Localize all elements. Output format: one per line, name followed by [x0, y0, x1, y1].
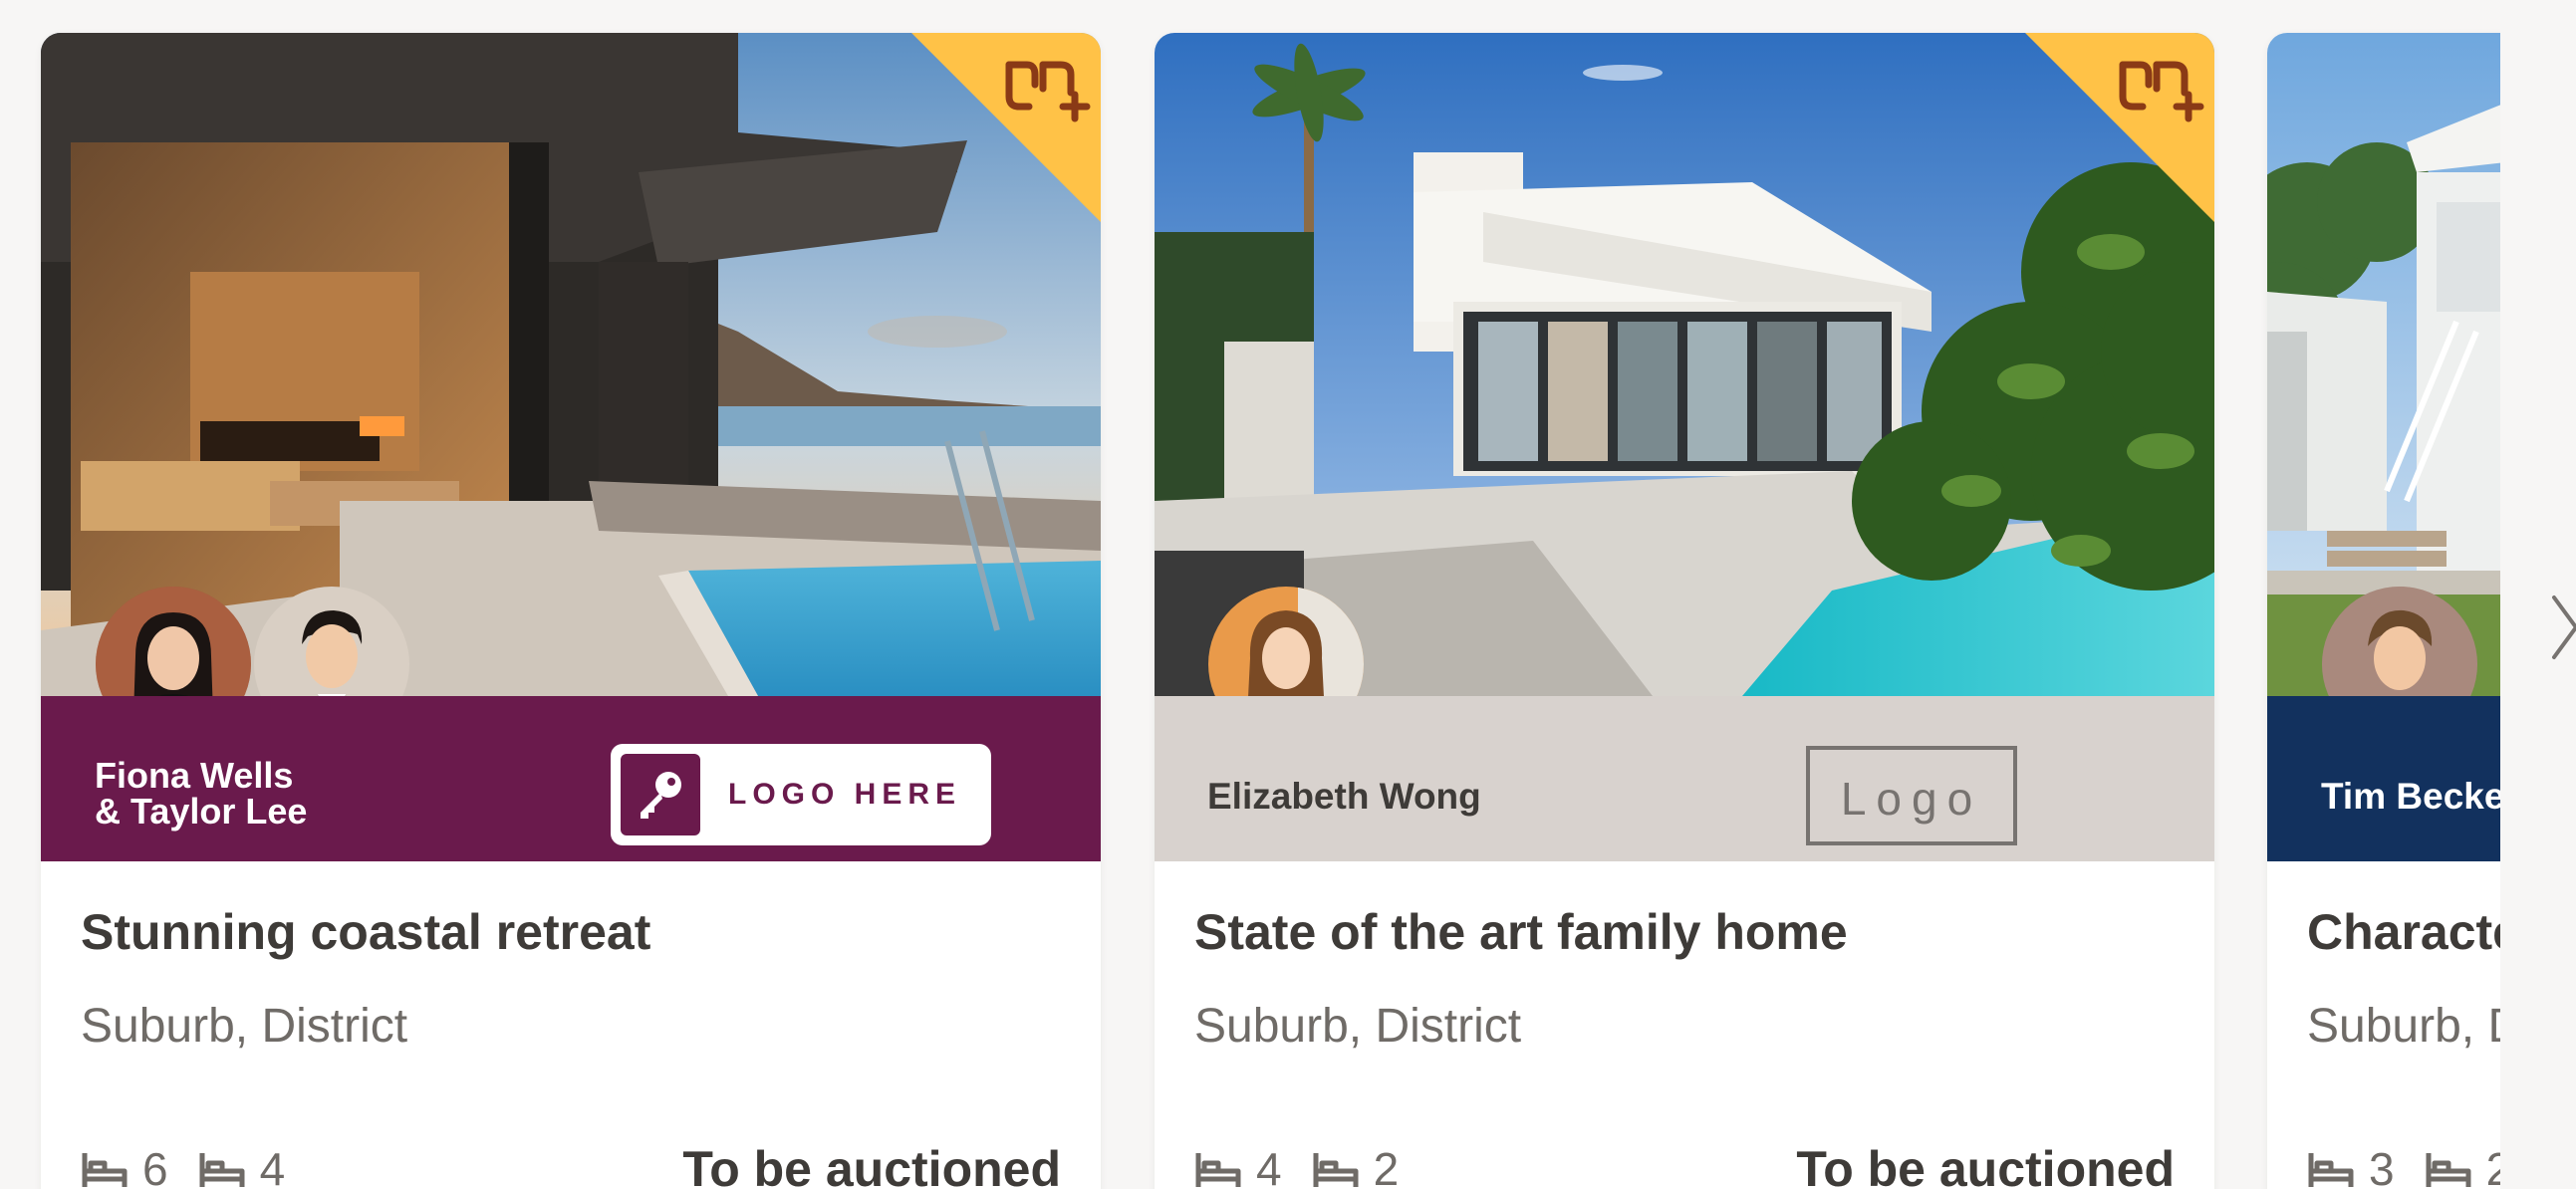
agent-name[interactable]: Tim Becker — [2321, 776, 2500, 818]
sale-method: To be auctioned — [682, 1141, 1061, 1189]
agency-logo[interactable]: Logo — [1806, 746, 2017, 845]
carousel-next-button[interactable] — [2550, 588, 2576, 667]
bathrooms-feature: 4 — [198, 1142, 286, 1189]
bedrooms-feature: 3 — [2307, 1142, 2395, 1189]
listing-card[interactable]: Fiona Wells & Taylor Lee LOGO HERE Stunn… — [41, 33, 1101, 1189]
listing-location: Suburb, District — [1194, 1000, 1522, 1053]
agent-name[interactable]: Elizabeth Wong — [1207, 776, 1481, 818]
shortlist-badge[interactable] — [911, 33, 1101, 222]
listing-features: 3 2 — [2307, 1142, 2500, 1189]
listing-features: 6 4 — [81, 1142, 315, 1189]
bathrooms-feature: 2 — [2425, 1142, 2500, 1189]
listing-details: State of the art family home Suburb, Dis… — [1155, 861, 2214, 1189]
agency-logo-text: LOGO HERE — [728, 778, 962, 811]
bath-icon — [1313, 1153, 1359, 1187]
bathrooms-feature: 2 — [1312, 1142, 1400, 1189]
listing-title[interactable]: State of the art family home — [1194, 903, 1848, 961]
agent-branding-bar: Fiona Wells & Taylor Lee LOGO HERE — [41, 696, 1101, 861]
listing-location: Suburb, District — [81, 1000, 408, 1053]
bathrooms-count: 4 — [259, 1143, 286, 1189]
bed-icon — [1195, 1153, 1241, 1187]
agent-branding-bar: Tim Becker — [2267, 696, 2500, 861]
listing-card[interactable]: Tim Becker Character home Suburb, Distri… — [2267, 33, 2500, 1189]
agent-branding-bar: Elizabeth Wong Logo — [1155, 696, 2214, 861]
bathrooms-count: 2 — [2485, 1143, 2500, 1189]
shortlist-add-icon[interactable] — [2025, 33, 2214, 222]
bedrooms-count: 3 — [2369, 1143, 2395, 1189]
bath-icon — [2426, 1153, 2471, 1187]
bedrooms-count: 4 — [1256, 1143, 1282, 1189]
agency-logo[interactable]: LOGO HERE — [611, 744, 991, 845]
bath-icon — [199, 1153, 245, 1187]
bed-icon — [82, 1153, 128, 1187]
bathrooms-count: 2 — [1373, 1143, 1400, 1189]
shortlist-add-icon[interactable] — [911, 33, 1101, 222]
chevron-right-icon[interactable] — [2550, 588, 2576, 667]
shortlist-badge[interactable] — [2025, 33, 2214, 222]
sale-method: To be auctioned — [1796, 1141, 2175, 1189]
listing-card[interactable]: Elizabeth Wong Logo State of the art fam… — [1155, 33, 2214, 1189]
bedrooms-feature: 6 — [81, 1142, 168, 1189]
listing-features: 4 2 — [1194, 1142, 1428, 1189]
bedrooms-count: 6 — [142, 1143, 168, 1189]
agent-name[interactable]: & Taylor Lee — [95, 794, 307, 830]
listing-location: Suburb, District — [2307, 1000, 2500, 1053]
listing-details: Character home Suburb, District 3 — [2267, 861, 2500, 1189]
key-icon — [621, 754, 700, 835]
bedrooms-feature: 4 — [1194, 1142, 1282, 1189]
agency-logo-text: Logo — [1840, 773, 1983, 825]
listing-details: Stunning coastal retreat Suburb, Distric… — [41, 861, 1101, 1189]
listing-carousel: Fiona Wells & Taylor Lee LOGO HERE Stunn… — [0, 0, 2500, 1189]
agent-names[interactable]: Fiona Wells & Taylor Lee — [95, 758, 307, 830]
listing-title[interactable]: Stunning coastal retreat — [81, 903, 650, 961]
bed-icon — [2308, 1153, 2354, 1187]
agent-name[interactable]: Fiona Wells — [95, 758, 307, 794]
listing-title[interactable]: Character home — [2307, 903, 2500, 961]
